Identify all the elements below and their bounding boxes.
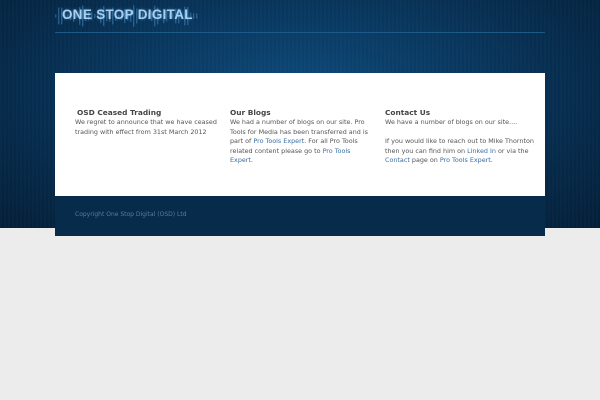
ceased-trading-text: We regret to announce that we have cease… [75,118,217,136]
contact-us-text: If you would like to reach out to Mike T… [385,137,535,166]
ceased-trading-column: OSD Ceased Trading We regret to announce… [75,107,220,137]
our-blogs-title: Our Blogs [230,108,271,117]
pro-tools-expert-link[interactable]: Pro Tools Expert [253,137,304,145]
site-logo[interactable]: ONE STOP DIGITAL [62,7,193,22]
contact-us-line-1: We have a number of blogs on our site...… [385,118,518,126]
site-header: ONE STOP DIGITAL [55,0,545,33]
site-footer: Copyright One Stop Digital (OSD) Ltd [55,196,545,236]
copyright-text: Copyright One Stop Digital (OSD) Ltd [75,211,187,218]
pro-tools-expert-link-3[interactable]: Pro Tools Expert [440,156,491,164]
contact-text-2: or via the [495,146,529,155]
contact-us-title: Contact Us [385,108,431,117]
linked-in-link[interactable]: Linked In [467,147,496,155]
contact-text-4: . [490,156,493,165]
our-blogs-column: Our Blogs We had a number of blogs on ou… [230,107,375,166]
content-panel: OSD Ceased Trading We regret to announce… [55,73,545,196]
contact-link[interactable]: Contact [385,156,410,164]
ceased-trading-title: OSD Ceased Trading [77,108,162,117]
contact-text-3: page on [409,156,440,165]
our-blogs-text: We had a number of blogs on our site. Pr… [230,118,375,166]
contact-us-column: Contact Us We have a number of blogs on … [385,107,535,166]
our-blogs-text-3: . [250,156,253,165]
